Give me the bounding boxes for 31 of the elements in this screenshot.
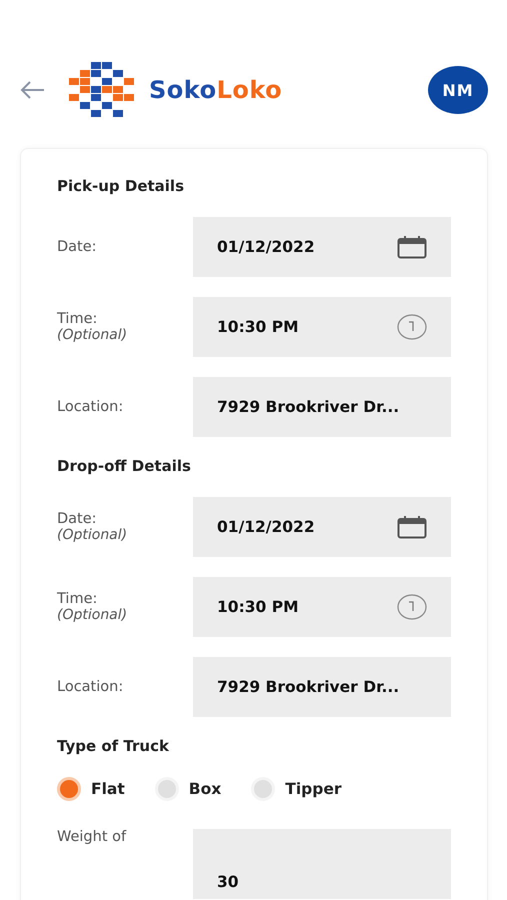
time-field[interactable]: 10:30 PM xyxy=(193,577,451,637)
date-field[interactable]: 01/12/2022 xyxy=(193,497,451,557)
field-label: Location: xyxy=(57,679,124,695)
optional-note: (Optional) xyxy=(57,607,128,623)
truck-type-radio[interactable]: Tipper xyxy=(251,777,342,801)
back-arrow-icon[interactable] xyxy=(19,80,45,100)
field-label: Date: xyxy=(57,511,98,527)
date-field[interactable]: 01/12/2022 xyxy=(193,217,451,277)
avatar[interactable]: NM xyxy=(428,66,488,114)
section-title: Drop-off Details xyxy=(57,457,192,475)
section-title: Pick-up Details xyxy=(57,177,185,195)
field-label: Location: xyxy=(57,399,124,415)
brand-name: SokoLoko xyxy=(149,76,282,104)
field-label: Date: xyxy=(57,239,98,255)
logo-icon xyxy=(67,61,137,119)
field-label: Time: xyxy=(57,591,98,607)
calendar-icon xyxy=(397,515,427,539)
truck-type-radio[interactable]: Box xyxy=(154,777,222,801)
clock-icon xyxy=(397,594,427,620)
truck-type-radio[interactable]: Flat xyxy=(57,777,125,801)
location-field[interactable]: 7929 Brookriver Dr... xyxy=(193,377,451,437)
section-title: Type of Truck xyxy=(57,737,170,755)
field-label: Time: xyxy=(57,311,98,327)
weight-field[interactable]: 30 xyxy=(193,829,451,899)
optional-note: (Optional) xyxy=(57,527,128,543)
clock-icon xyxy=(397,314,427,340)
optional-note: (Optional) xyxy=(57,327,128,343)
location-field[interactable]: 7929 Brookriver Dr... xyxy=(193,657,451,717)
field-label: Weight of xyxy=(57,829,128,845)
time-field[interactable]: 10:30 PM xyxy=(193,297,451,357)
calendar-icon xyxy=(397,235,427,259)
